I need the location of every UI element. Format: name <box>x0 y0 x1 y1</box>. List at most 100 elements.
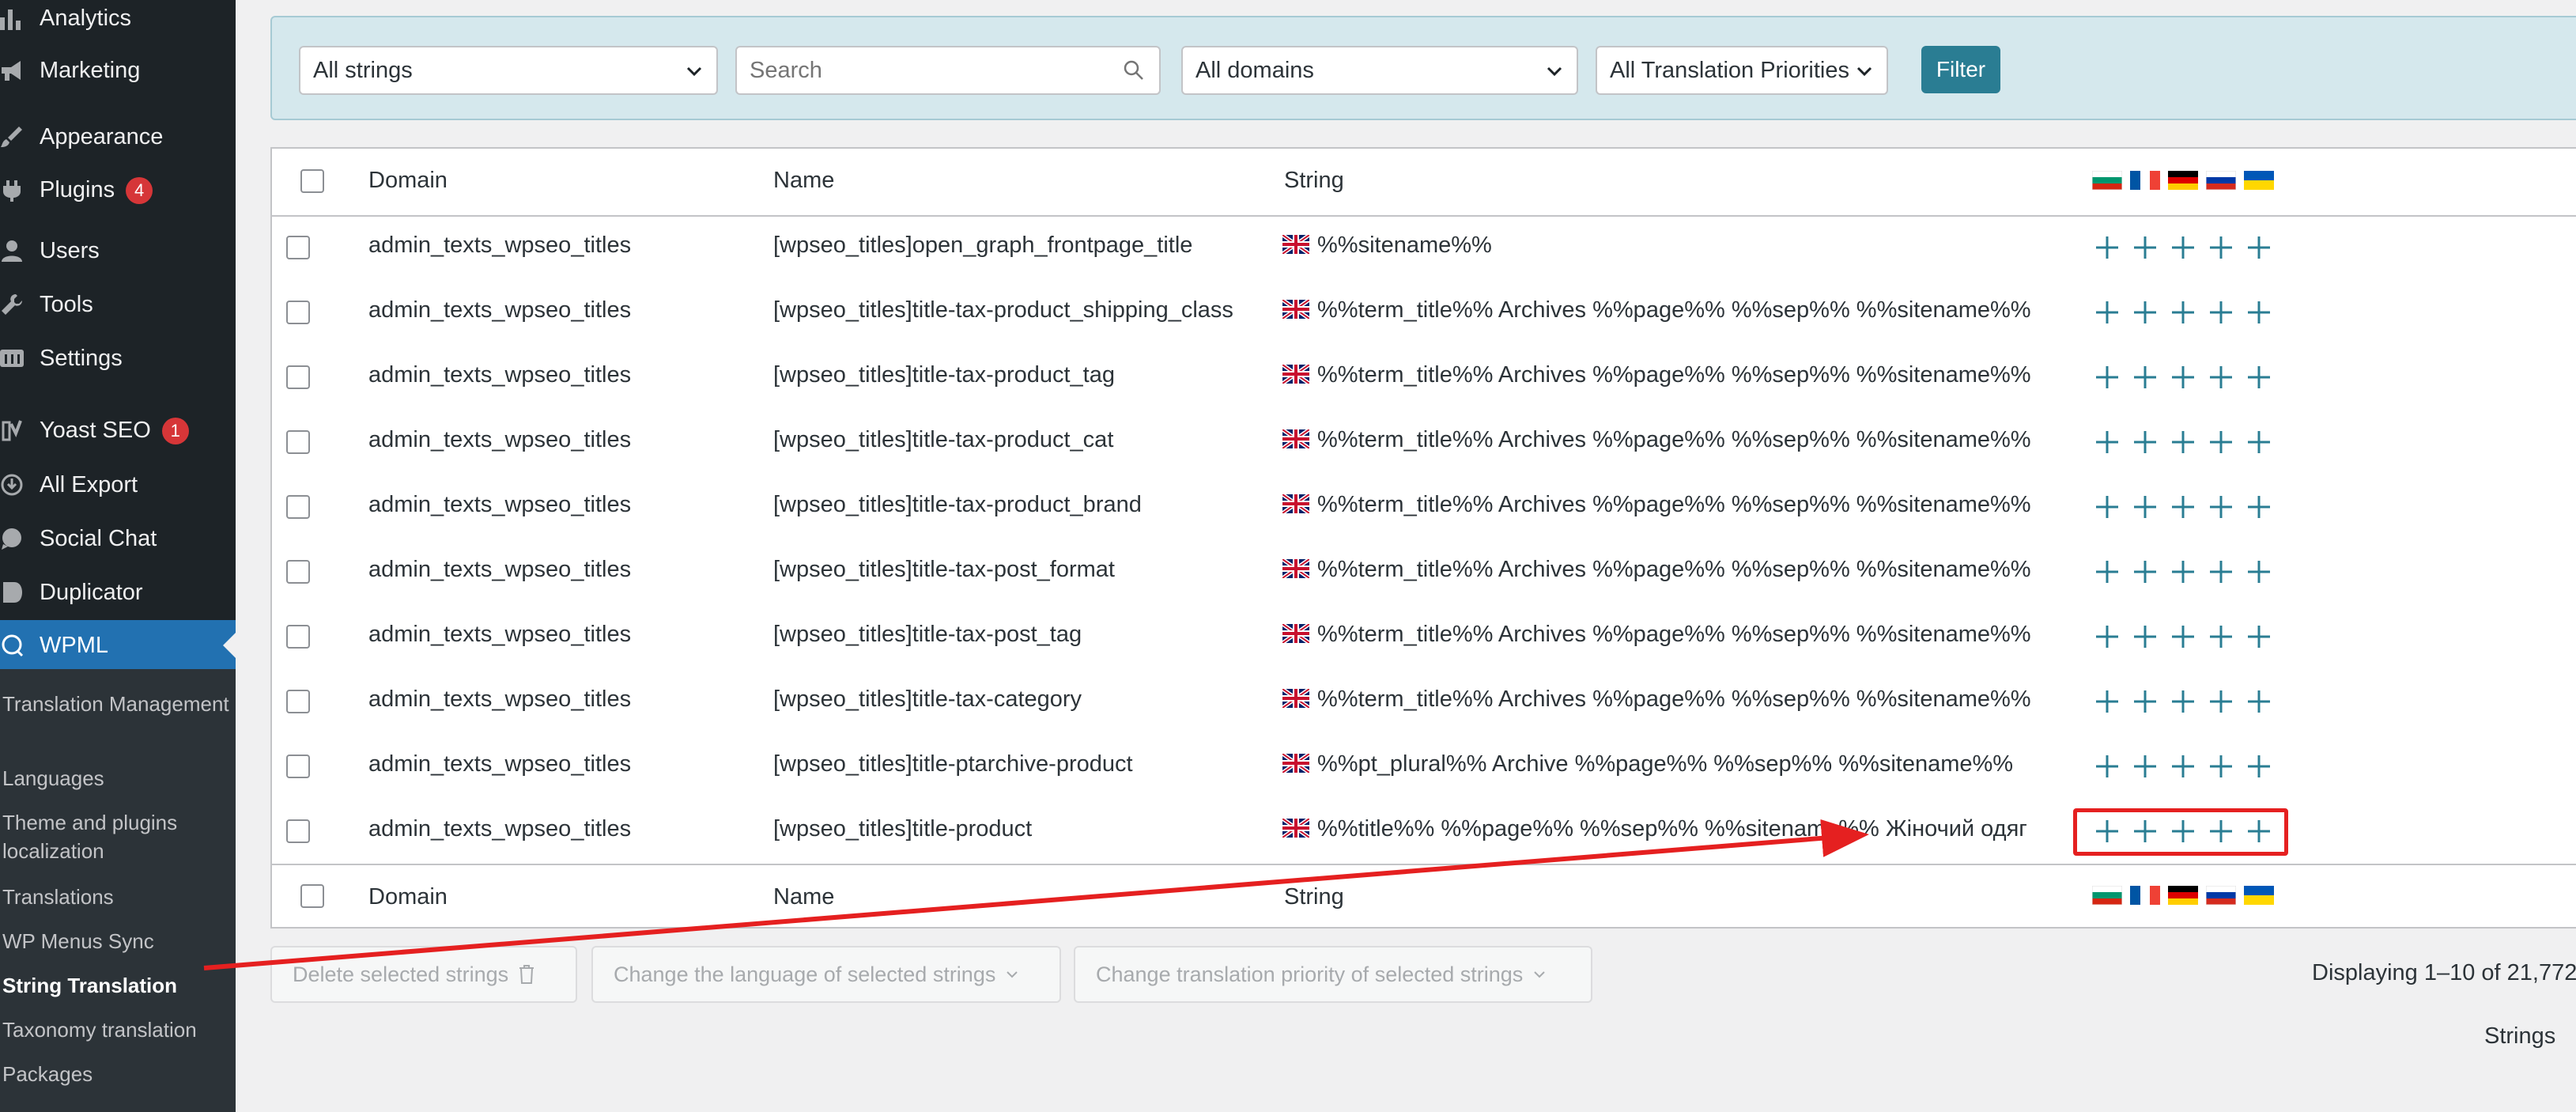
add-translation-russian-icon[interactable] <box>2209 236 2233 259</box>
add-translation-french-icon[interactable] <box>2133 236 2157 259</box>
add-translation-ukrainian-icon[interactable] <box>2247 690 2271 713</box>
filter-button[interactable]: Filter <box>1921 46 2000 93</box>
row-name: [wpseo_titles]title-tax-product_brand <box>773 492 1142 517</box>
add-translation-bulgarian-icon[interactable] <box>2095 755 2119 778</box>
add-translation-german-icon[interactable] <box>2171 430 2195 454</box>
column-footer-domain[interactable]: Domain <box>368 884 448 910</box>
row-checkbox[interactable] <box>286 690 310 713</box>
row-checkbox[interactable] <box>286 560 310 584</box>
column-header-name[interactable]: Name <box>773 168 834 194</box>
submenu-translation-management[interactable]: Translation Management <box>2 690 232 718</box>
delete-selected-strings-button[interactable]: Delete selected strings <box>270 946 577 1003</box>
add-translation-bulgarian-icon[interactable] <box>2095 495 2119 519</box>
submenu-taxonomy-translation[interactable]: Taxonomy translation <box>2 1016 232 1044</box>
add-translation-german-icon[interactable] <box>2171 625 2195 649</box>
menu-item-marketing[interactable]: Marketing <box>0 46 236 95</box>
menu-item-tools[interactable]: Tools <box>0 280 236 329</box>
row-checkbox[interactable] <box>286 755 310 778</box>
row-checkbox[interactable] <box>286 625 310 649</box>
add-translation-german-icon[interactable] <box>2171 301 2195 324</box>
row-checkbox[interactable] <box>286 365 310 389</box>
add-translation-french-icon[interactable] <box>2133 495 2157 519</box>
add-translation-ukrainian-icon[interactable] <box>2247 301 2271 324</box>
priorities-filter-select[interactable]: All Translation Priorities <box>1596 46 1888 95</box>
menu-item-plugins[interactable]: Plugins 4 <box>0 166 236 215</box>
add-translation-russian-icon[interactable] <box>2209 301 2233 324</box>
row-string-text: %%term_title%% Archives %%page%% %%sep%%… <box>1317 362 2031 388</box>
submenu-packages[interactable]: Packages <box>2 1060 232 1088</box>
submenu-string-translation[interactable]: String Translation <box>2 971 232 1000</box>
submenu-languages[interactable]: Languages <box>2 764 232 792</box>
add-translation-ukrainian-icon[interactable] <box>2247 495 2271 519</box>
add-translation-ukrainian-icon[interactable] <box>2247 560 2271 584</box>
column-header-domain[interactable]: Domain <box>368 168 448 194</box>
add-translation-german-icon[interactable] <box>2171 365 2195 389</box>
add-translation-ukrainian-icon[interactable] <box>2247 755 2271 778</box>
row-checkbox[interactable] <box>286 236 310 259</box>
add-translation-bulgarian-icon[interactable] <box>2095 301 2119 324</box>
add-translation-bulgarian-icon[interactable] <box>2095 236 2119 259</box>
submenu-theme-plugins-localization[interactable]: Theme and plugins localization <box>2 808 232 865</box>
row-checkbox[interactable] <box>286 430 310 454</box>
add-translation-german-icon[interactable] <box>2171 560 2195 584</box>
add-translation-russian-icon[interactable] <box>2209 495 2233 519</box>
add-translation-german-icon[interactable] <box>2171 690 2195 713</box>
row-checkbox[interactable] <box>286 495 310 519</box>
menu-item-yoast-seo[interactable]: Yoast SEO 1 <box>0 407 236 456</box>
add-translation-german-icon[interactable] <box>2171 755 2195 778</box>
add-translation-french-icon[interactable] <box>2133 625 2157 649</box>
add-translation-french-icon[interactable] <box>2133 755 2157 778</box>
wpml-submenu: Translation Management Languages Theme a… <box>0 669 236 1112</box>
button-label: Change the language of selected strings <box>614 962 996 986</box>
row-checkbox[interactable] <box>286 819 310 843</box>
menu-item-analytics[interactable]: Analytics <box>0 0 236 43</box>
search-input[interactable]: Search <box>735 46 1161 95</box>
add-translation-russian-icon[interactable] <box>2209 690 2233 713</box>
chevron-down-icon <box>1534 971 1545 978</box>
add-translation-french-icon[interactable] <box>2133 301 2157 324</box>
select-all-checkbox[interactable] <box>300 169 324 193</box>
add-translation-german-icon[interactable] <box>2171 236 2195 259</box>
add-translation-french-icon[interactable] <box>2133 690 2157 713</box>
menu-item-wpml[interactable]: WPML <box>0 620 236 671</box>
menu-item-social-chat[interactable]: Social Chat <box>0 514 236 563</box>
settings-icon <box>0 345 27 372</box>
row-checkbox[interactable] <box>286 301 310 324</box>
add-translation-french-icon[interactable] <box>2133 430 2157 454</box>
change-priority-button[interactable]: Change translation priority of selected … <box>1074 946 1592 1003</box>
menu-item-users[interactable]: Users <box>0 226 236 275</box>
submenu-translations[interactable]: Translations <box>2 883 232 911</box>
add-translation-ukrainian-icon[interactable] <box>2247 625 2271 649</box>
submenu-wp-menus-sync[interactable]: WP Menus Sync <box>2 927 232 955</box>
add-translation-french-icon[interactable] <box>2133 560 2157 584</box>
column-header-string[interactable]: String <box>1284 168 1344 194</box>
domains-filter-select[interactable]: All domains <box>1181 46 1578 95</box>
add-translation-ukrainian-icon[interactable] <box>2247 236 2271 259</box>
select-all-checkbox-footer[interactable] <box>300 884 324 908</box>
menu-item-settings[interactable]: Settings <box>0 334 236 383</box>
column-footer-name[interactable]: Name <box>773 884 834 910</box>
add-translation-bulgarian-icon[interactable] <box>2095 560 2119 584</box>
add-translation-russian-icon[interactable] <box>2209 625 2233 649</box>
menu-item-appearance[interactable]: Appearance <box>0 112 236 161</box>
add-translation-bulgarian-icon[interactable] <box>2095 690 2119 713</box>
yoast-icon <box>0 418 27 444</box>
add-translation-french-icon[interactable] <box>2133 365 2157 389</box>
add-translation-bulgarian-icon[interactable] <box>2095 430 2119 454</box>
add-translation-german-icon[interactable] <box>2171 495 2195 519</box>
menu-item-all-export[interactable]: All Export <box>0 460 236 509</box>
add-translation-bulgarian-icon[interactable] <box>2095 625 2119 649</box>
menu-label: Appearance <box>40 123 164 149</box>
annotation-highlight-box <box>2073 808 2288 856</box>
add-translation-ukrainian-icon[interactable] <box>2247 365 2271 389</box>
menu-item-duplicator[interactable]: Duplicator <box>0 568 236 617</box>
add-translation-russian-icon[interactable] <box>2209 560 2233 584</box>
change-language-button[interactable]: Change the language of selected strings <box>591 946 1061 1003</box>
add-translation-russian-icon[interactable] <box>2209 365 2233 389</box>
add-translation-ukrainian-icon[interactable] <box>2247 430 2271 454</box>
add-translation-bulgarian-icon[interactable] <box>2095 365 2119 389</box>
add-translation-russian-icon[interactable] <box>2209 430 2233 454</box>
column-footer-string[interactable]: String <box>1284 884 1344 910</box>
strings-filter-select[interactable]: All strings <box>299 46 718 95</box>
add-translation-russian-icon[interactable] <box>2209 755 2233 778</box>
